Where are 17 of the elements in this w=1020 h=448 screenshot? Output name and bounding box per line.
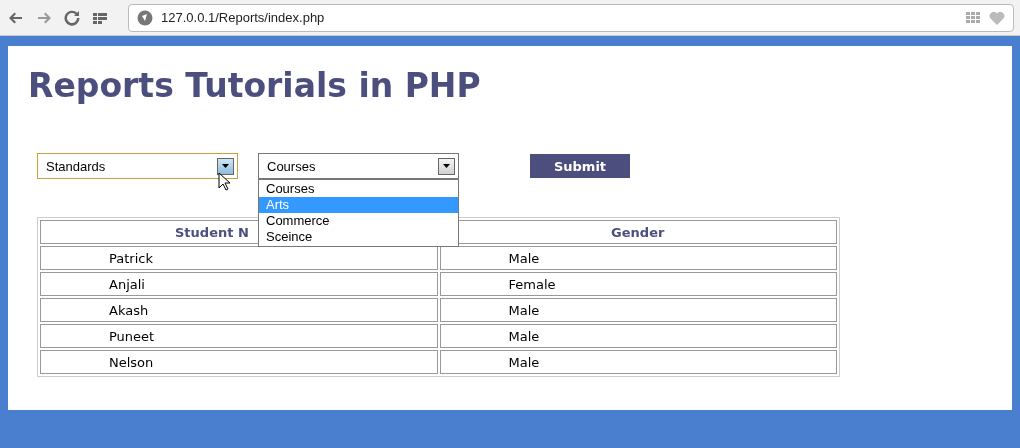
table-cell: Male <box>439 298 837 322</box>
page-title: Reports Tutorials in PHP <box>28 66 482 105</box>
address-bar[interactable]: 127.0.0.1/Reports/index.php <box>128 3 1014 32</box>
page-info-icon[interactable] <box>137 9 153 26</box>
table-cell: Female <box>439 272 837 296</box>
table-cell: Male <box>439 324 837 348</box>
table-cell: Male <box>439 246 837 270</box>
url-text: 127.0.0.1/Reports/index.php <box>161 10 326 25</box>
reload-icon[interactable] <box>64 9 80 26</box>
table-cell: Puneet <box>40 324 438 348</box>
table-cell: Patrick <box>40 246 438 270</box>
table-cell: Nelson <box>40 350 438 374</box>
table-cell: Male <box>439 350 837 374</box>
table-cell: Anjali <box>40 272 438 296</box>
submit-button[interactable]: Submit <box>530 154 630 178</box>
mouse-pointer-icon <box>218 172 232 192</box>
table-cell: Akash <box>40 298 438 322</box>
